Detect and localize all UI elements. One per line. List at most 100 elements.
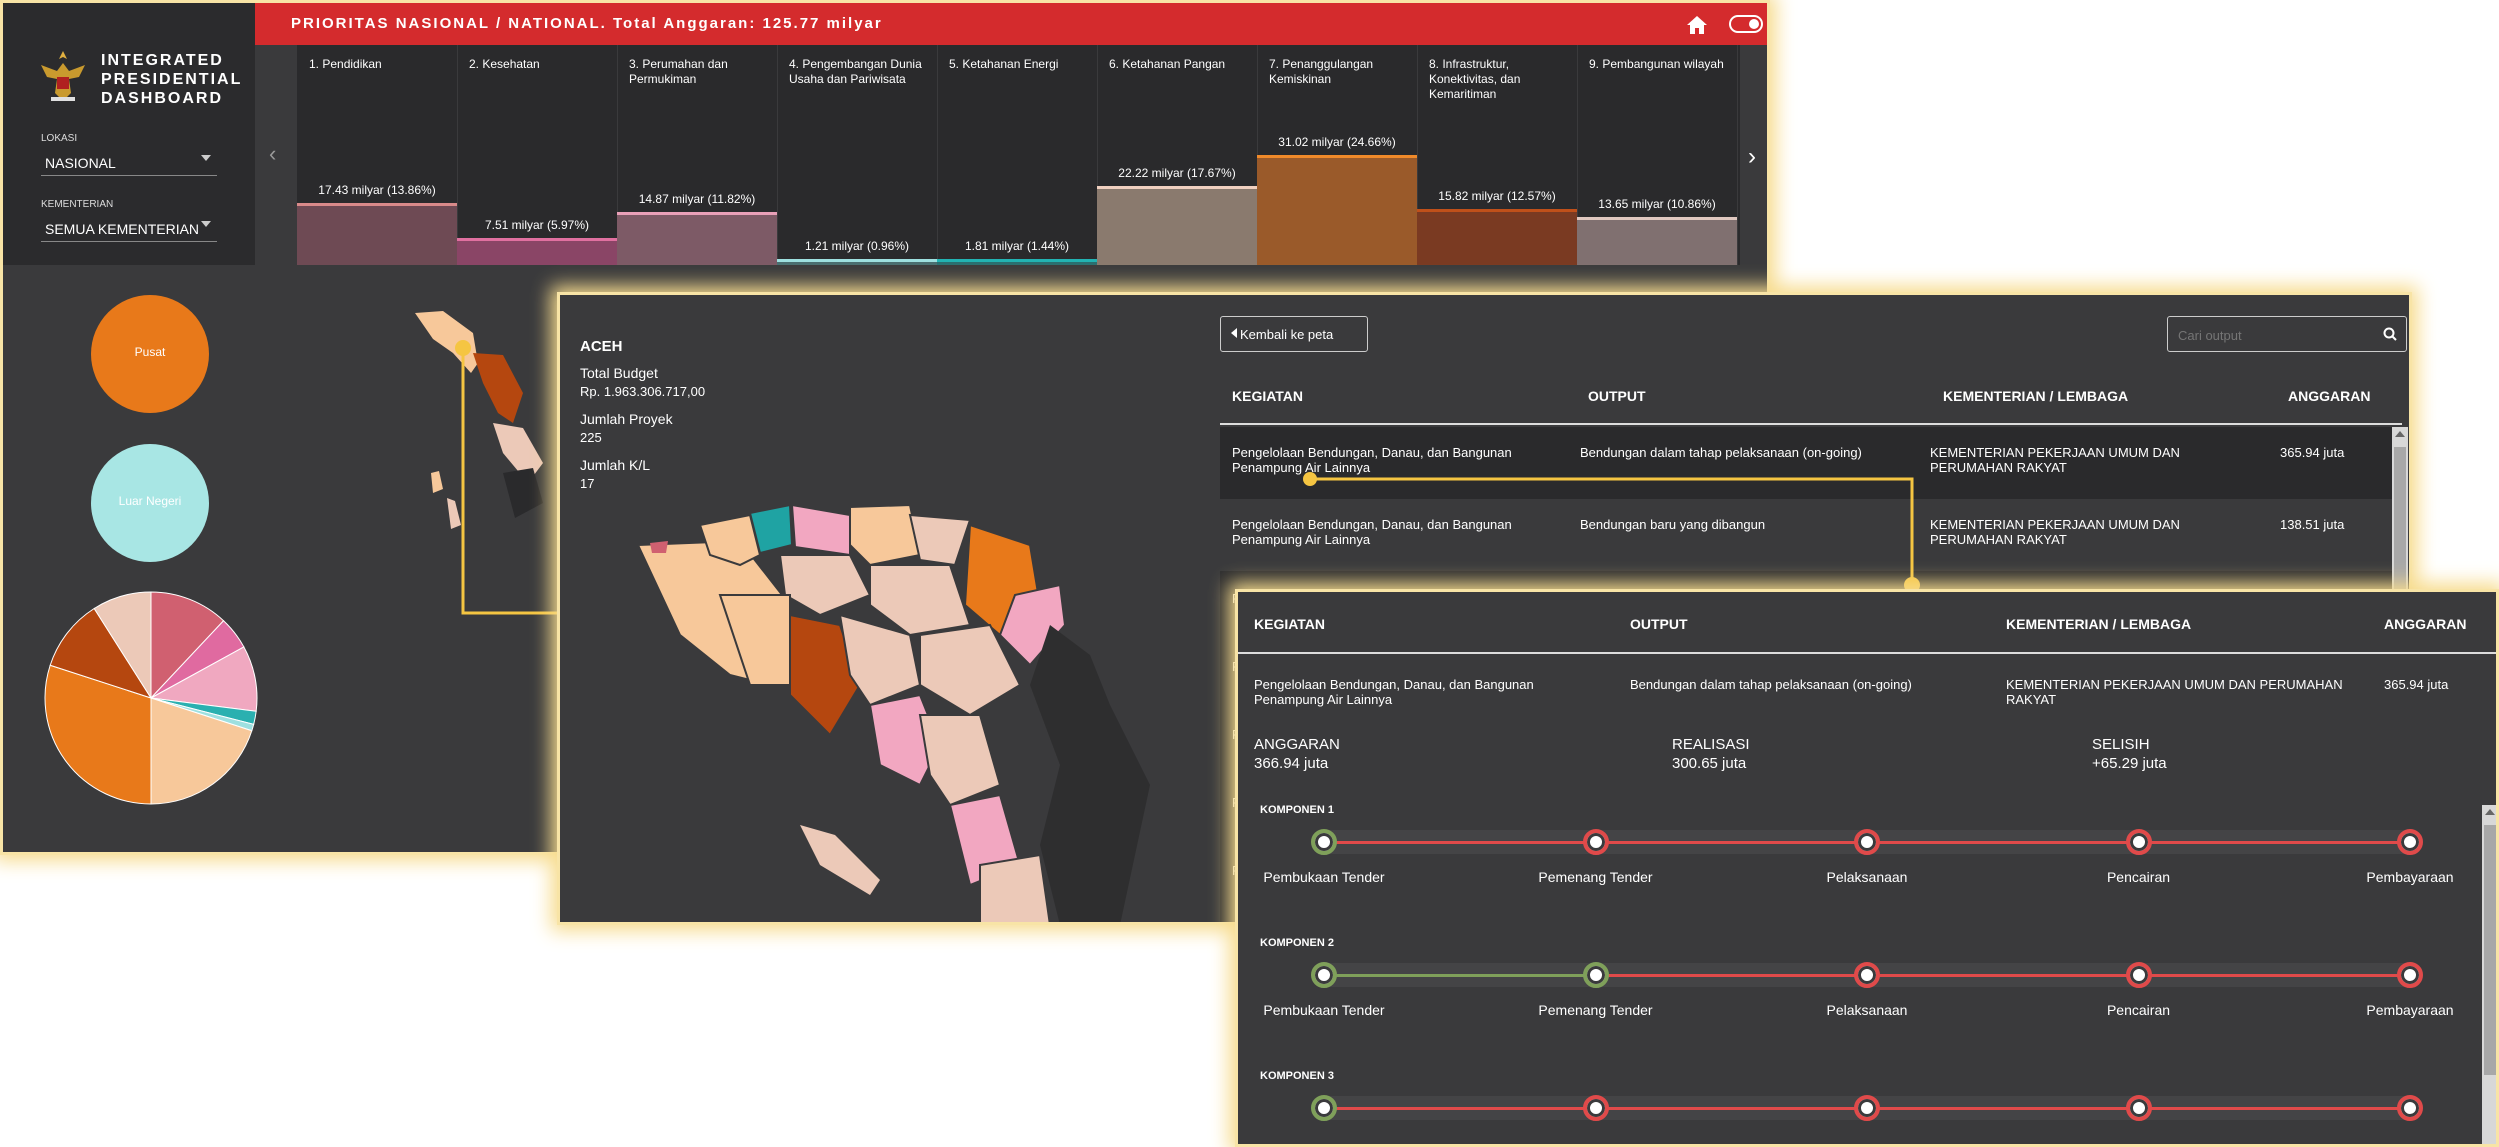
step-label: Pembukaan Tender — [1263, 869, 1385, 885]
scrollbar-thumb[interactable] — [2484, 825, 2496, 1075]
budget-value: Rp. 1.963.306.717,00 — [580, 384, 706, 399]
step-node[interactable] — [2397, 829, 2423, 855]
step-node[interactable] — [2125, 962, 2152, 988]
caret-down-icon — [201, 221, 211, 227]
step-label: Pemenang Tender — [1538, 1002, 1653, 1018]
category-column[interactable]: 4. Pengembangan Dunia Usaha dan Pariwisa… — [777, 45, 938, 265]
step-node[interactable] — [1582, 1095, 1609, 1121]
budget-label: Total Budget — [580, 365, 658, 381]
category-column[interactable]: 9. Pembangunan wilayah 13.65 milyar (10.8… — [1577, 45, 1738, 265]
track-segment — [1595, 841, 1867, 844]
category-column[interactable]: 7. Penanggulangan Kemiskinan 31.02 milyar… — [1257, 45, 1418, 265]
chevron-left-icon[interactable]: ‹ — [269, 141, 276, 167]
detail-scrollbar[interactable] — [2482, 805, 2496, 1144]
category-column[interactable]: 2. Kesehatan 7.51 milyar (5.97%) — [457, 45, 618, 265]
category-bar[interactable] — [777, 259, 937, 265]
lokasi-select[interactable]: NASIONAL — [41, 147, 217, 176]
category-column[interactable]: 3. Perumahan dan Permukiman 14.87 milyar … — [617, 45, 778, 265]
step-node[interactable] — [1582, 829, 1609, 855]
step-label: Pelaksanaan — [1826, 869, 1908, 885]
category-label: 5. Ketahanan Energi — [949, 57, 1059, 71]
scroll-up-icon[interactable] — [2395, 431, 2405, 437]
category-bar[interactable] — [617, 212, 777, 265]
category-bar-cap — [617, 212, 777, 216]
category-bar[interactable] — [1577, 216, 1737, 265]
track-segment — [1324, 1107, 1596, 1110]
category-value: 31.02 milyar (24.66%) — [1278, 135, 1396, 149]
back-to-map-button[interactable]: Kembali ke peta — [1220, 316, 1368, 352]
chevron-right-icon[interactable]: › — [1748, 143, 1756, 171]
step-node[interactable] — [1311, 829, 1337, 855]
summary-anggaran-label: ANGGARAN — [1254, 736, 1340, 753]
step-node[interactable] — [2397, 962, 2423, 988]
step-label: Pembukaan Tender — [1263, 1002, 1385, 1018]
caret-left-icon — [1231, 328, 1237, 338]
step-node[interactable] — [2397, 1095, 2423, 1121]
category-column[interactable]: 5. Ketahanan Energi 1.81 milyar (1.44%) — [937, 45, 1098, 265]
search-input[interactable] — [2176, 322, 2380, 348]
step-node[interactable] — [1311, 962, 1337, 988]
step-node[interactable] — [1582, 962, 1609, 988]
header-divider — [1220, 423, 2402, 425]
track-segment — [1867, 974, 2139, 977]
map-region[interactable] — [869, 564, 972, 637]
category-column[interactable]: 1. Pendidikan 17.43 milyar (13.86%) — [297, 45, 458, 265]
header-bar: PRIORITAS NASIONAL / NATIONAL. Total Ang… — [255, 3, 1767, 45]
category-bar[interactable] — [937, 258, 1097, 265]
scroll-up-icon[interactable] — [2485, 809, 2495, 815]
map-region[interactable] — [778, 554, 872, 617]
map-region[interactable] — [650, 541, 668, 553]
category-bar[interactable] — [457, 238, 617, 265]
connector-line — [1303, 472, 1920, 593]
detail-kegiatan: Pengelolaan Bendungan, Danau, dan Bangun… — [1254, 677, 1534, 707]
toggle-switch[interactable] — [1729, 15, 1763, 33]
category-label: 7. Penanggulangan Kemiskinan — [1269, 57, 1374, 86]
step-node[interactable] — [1311, 1095, 1337, 1121]
track-segment — [2138, 974, 2410, 977]
header-title: PRIORITAS NASIONAL / NATIONAL. Total Ang… — [291, 15, 883, 32]
category-value: 1.81 milyar (1.44%) — [964, 238, 1070, 253]
category-strip: 1. Pendidikan 17.43 milyar (13.86%) 2. Kes… — [297, 45, 1740, 265]
kementerian-select[interactable]: SEMUA KEMENTERIAN — [41, 213, 217, 242]
category-label: 9. Pembangunan wilayah — [1589, 57, 1724, 71]
map-region[interactable] — [918, 714, 1002, 807]
category-value: 1.21 milyar (0.96%) — [804, 239, 910, 253]
step-node[interactable] — [1854, 829, 1880, 855]
step-node[interactable] — [1854, 1095, 1880, 1121]
step-node[interactable] — [1854, 962, 1880, 988]
luar-negeri-circle[interactable]: Luar Negeri — [91, 444, 209, 562]
category-value: 7.51 milyar (5.97%) — [484, 218, 590, 233]
category-value: 22.22 milyar (17.67%) — [1118, 166, 1236, 181]
step-node[interactable] — [2125, 1095, 2152, 1121]
step-label: Pencairan — [2106, 869, 2171, 885]
category-label: 6. Ketahanan Pangan — [1109, 57, 1226, 71]
category-bar[interactable] — [1417, 208, 1577, 265]
cell-anggaran: 138.51 juta — [2280, 517, 2345, 532]
detail-window: KEGIATAN OUTPUT KEMENTERIAN / LEMBAGA AN… — [1235, 589, 2499, 1147]
map-region[interactable] — [790, 503, 851, 557]
aceh-map[interactable] — [620, 485, 1220, 925]
app-title-line-3: DASHBOARD — [101, 90, 223, 107]
category-bar[interactable] — [1257, 155, 1417, 265]
category-bar[interactable] — [297, 203, 457, 265]
category-column[interactable]: 8. Infrastruktur, Konektivitas, dan Kema… — [1417, 45, 1578, 265]
garuda-logo-icon — [41, 51, 85, 101]
map-region[interactable] — [979, 853, 1051, 925]
component-label: KOMPONEN 1 — [1260, 804, 1334, 816]
category-bar-cap — [777, 259, 937, 262]
category-bar-cap — [457, 238, 617, 242]
app-title: INTEGRATED PRESIDENTIAL DASHBOARD — [101, 51, 242, 108]
search-icon[interactable] — [2383, 327, 2397, 341]
summary-realisasi-value: 300.65 juta — [1672, 755, 1747, 772]
category-bar-cap — [937, 258, 1097, 262]
cell-kementerian: KEMENTERIAN PEKERJAAN UMUM DAN PERUMAHAN… — [1930, 445, 2180, 475]
map-island — [800, 825, 880, 895]
category-bar[interactable] — [1097, 186, 1257, 265]
step-node[interactable] — [2125, 829, 2152, 855]
map-region[interactable] — [908, 513, 972, 567]
category-bar-cap — [1257, 155, 1417, 158]
home-icon[interactable] — [1685, 14, 1709, 36]
pusat-circle[interactable]: Pusat — [91, 295, 209, 413]
scrollbar-thumb[interactable] — [2394, 447, 2406, 597]
category-column[interactable]: 6. Ketahanan Pangan 22.22 milyar (17.67%) — [1097, 45, 1258, 265]
